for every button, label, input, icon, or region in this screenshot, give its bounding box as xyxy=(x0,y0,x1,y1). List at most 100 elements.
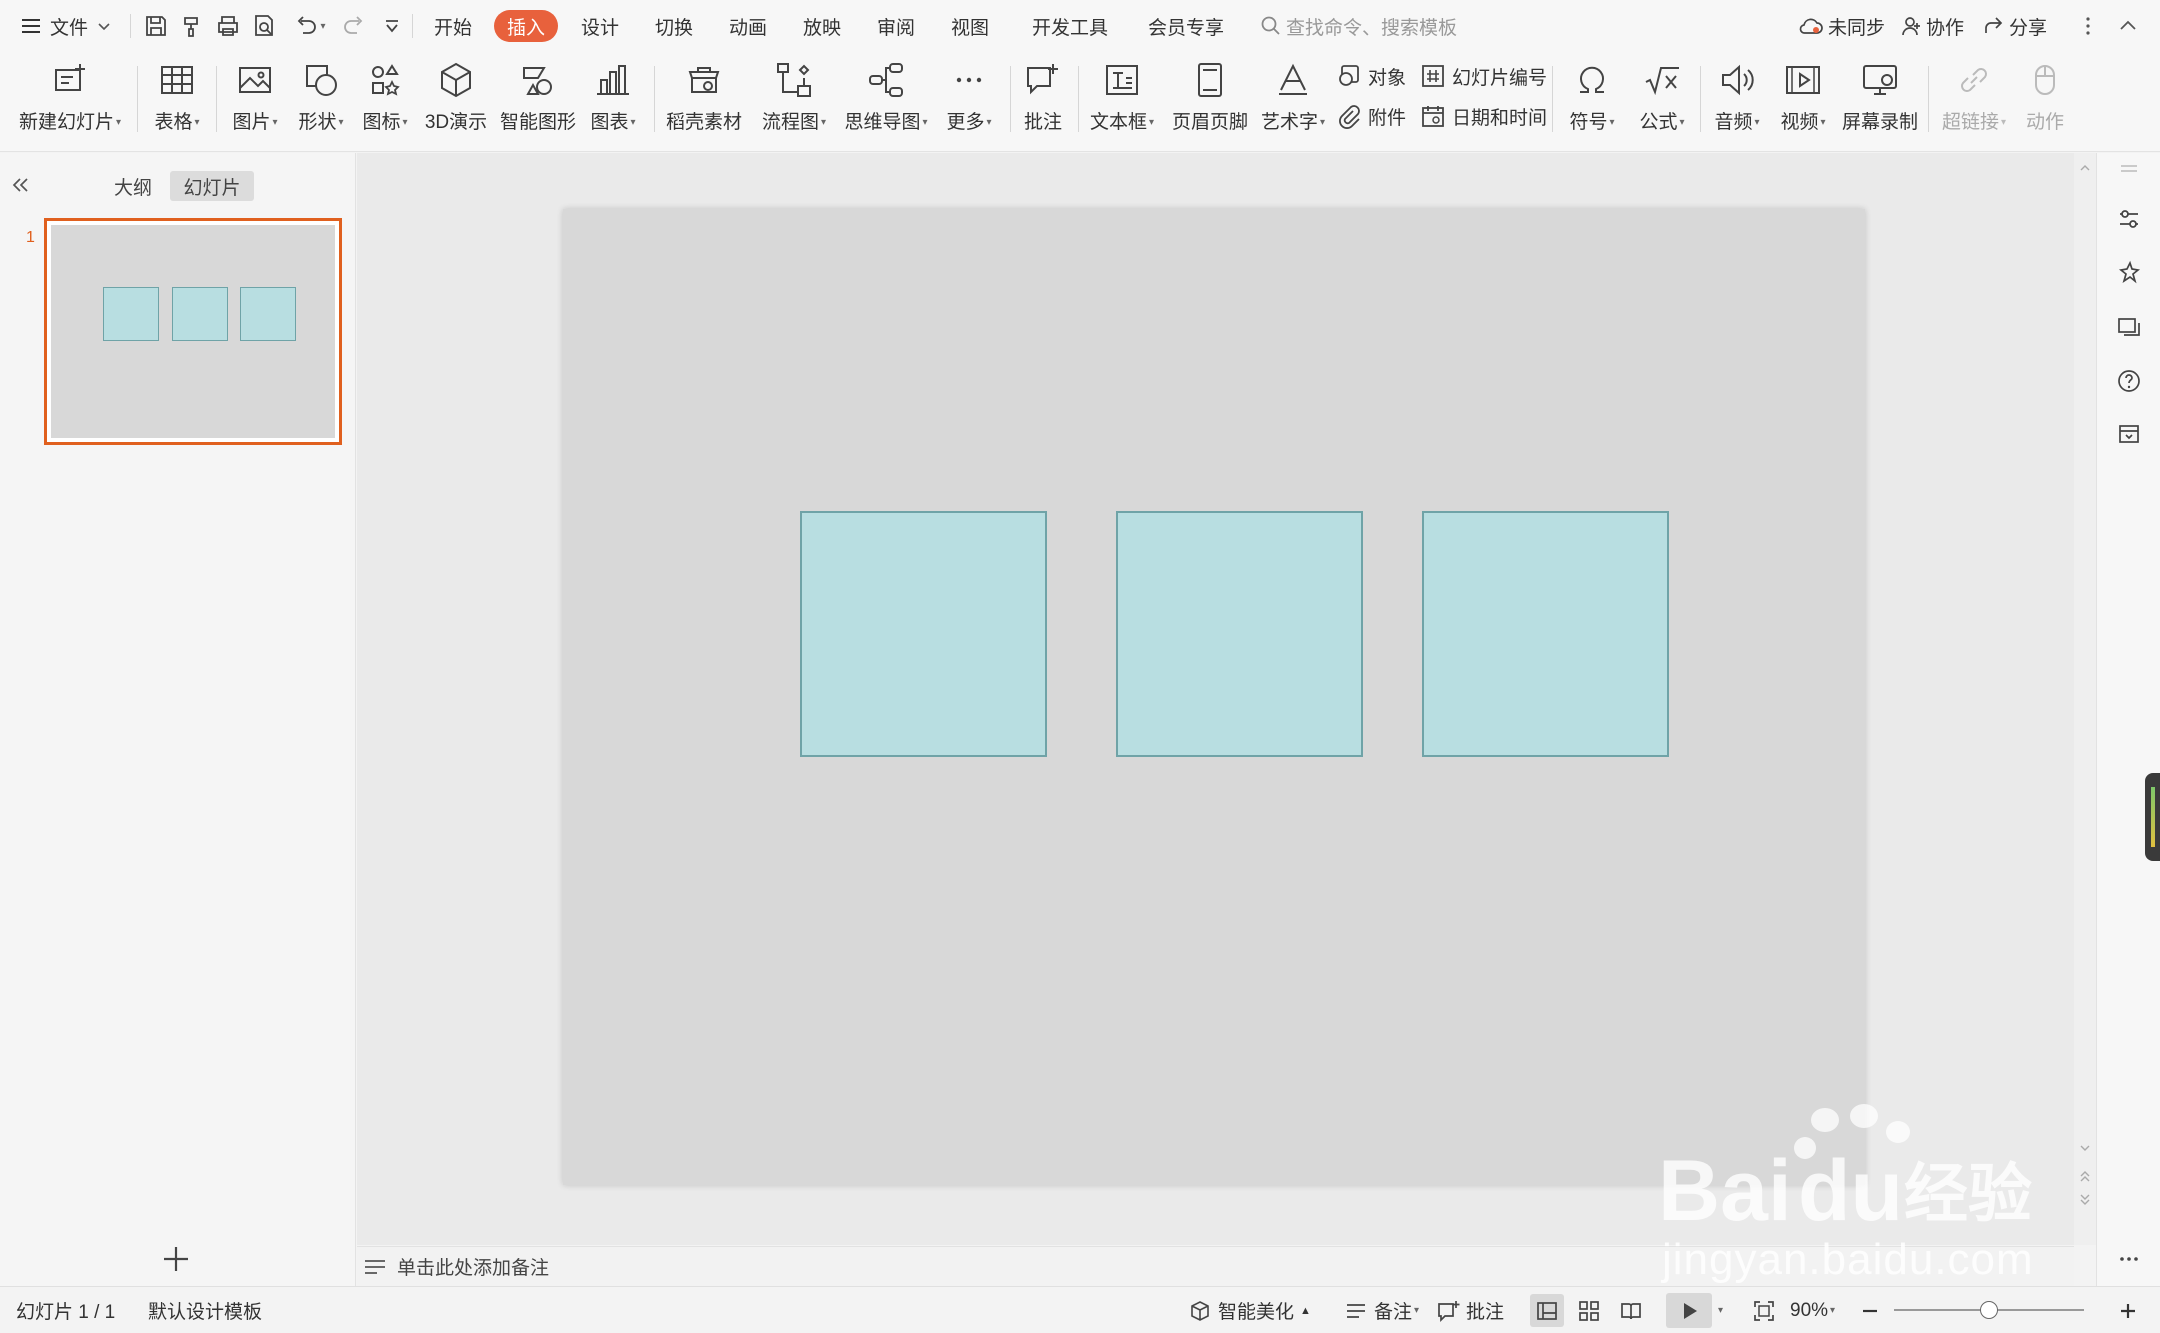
screen-record-icon xyxy=(1863,65,1897,95)
grid-view-button[interactable] xyxy=(1572,1287,1606,1333)
slide-thumbnail[interactable] xyxy=(44,218,342,445)
normal-view-button[interactable] xyxy=(1530,1294,1564,1327)
chevron-down-icon xyxy=(98,23,110,31)
comment-button[interactable]: 批注 xyxy=(1016,56,1070,146)
table-button[interactable]: 表格 ▾ xyxy=(148,56,206,146)
next-slide-icon[interactable] xyxy=(2079,1193,2091,1207)
divider xyxy=(216,66,217,132)
zoom-out-button[interactable] xyxy=(1858,1287,1888,1333)
ribbon-toolbar: 新建幻灯片 ▾ 表格 ▾ 图片 ▾ 形状 ▾ 图标 ▾ 3D演示 智能图形 图表 ▾ 稻壳素… xyxy=(0,52,2160,152)
print-icon[interactable] xyxy=(212,10,244,42)
cloud-sync-icon xyxy=(1799,18,1823,34)
play-slideshow-button[interactable] xyxy=(1666,1293,1712,1328)
animation-icon[interactable] xyxy=(2113,257,2145,289)
formula-button[interactable]: 公式 ▾ xyxy=(1630,56,1694,146)
video-button[interactable]: 视频 ▾ xyxy=(1772,56,1834,146)
floating-widget[interactable] xyxy=(2145,773,2160,861)
rectangle-shape-3[interactable] xyxy=(1422,511,1669,757)
smartart-button[interactable]: 智能图形 xyxy=(500,56,576,146)
zoom-level[interactable]: 90% ▾ xyxy=(1790,1287,1835,1333)
collapse-panel-icon[interactable] xyxy=(8,173,32,197)
undo-dropdown-icon[interactable]: ▾ xyxy=(314,10,330,42)
scroll-up-icon[interactable] xyxy=(2079,163,2091,173)
backup-icon[interactable] xyxy=(2113,417,2145,449)
help-icon[interactable] xyxy=(2113,365,2145,397)
screen-record-button[interactable]: 屏幕录制 xyxy=(1838,56,1922,146)
sync-status[interactable]: 未同步 xyxy=(1798,0,1885,52)
rectangle-shape-1[interactable] xyxy=(800,511,1047,757)
3d-demo-button[interactable]: 3D演示 xyxy=(422,56,490,146)
tab-slideshow[interactable]: 放映 xyxy=(794,10,850,42)
hyperlink-button[interactable]: 超链接 ▾ xyxy=(1936,56,2012,146)
play-options-dropdown[interactable]: ▾ xyxy=(1716,1287,1723,1333)
properties-icon[interactable] xyxy=(2113,203,2145,235)
more-options-icon[interactable] xyxy=(2113,1243,2145,1275)
reading-view-button[interactable] xyxy=(1614,1287,1648,1333)
drag-handle-icon[interactable] xyxy=(2113,153,2145,185)
transition-icon[interactable] xyxy=(2113,311,2145,343)
chart-button[interactable]: 图表 ▾ xyxy=(584,56,642,146)
redo-icon[interactable] xyxy=(338,10,370,42)
new-slide-button[interactable]: 新建幻灯片 ▾ xyxy=(14,56,126,146)
tab-outline[interactable]: 大纲 xyxy=(104,171,162,201)
slide-number-button[interactable]: 幻灯片编号 xyxy=(1420,58,1547,94)
calendar-icon xyxy=(1422,106,1444,127)
wordart-button[interactable]: 艺术字 ▾ xyxy=(1258,56,1328,146)
tab-insert[interactable]: 插入 xyxy=(494,10,558,42)
file-menu[interactable]: 文件 xyxy=(20,0,112,52)
tab-view[interactable]: 视图 xyxy=(942,10,998,42)
notes-toggle-button[interactable]: 备注 ▾ xyxy=(1344,1287,1419,1333)
zoom-in-button[interactable] xyxy=(2116,1287,2146,1333)
datetime-button[interactable]: 日期和时间 xyxy=(1420,98,1547,134)
user-icon xyxy=(1902,17,1920,36)
divider xyxy=(1552,66,1553,132)
share-button[interactable]: 分享 xyxy=(1983,0,2047,52)
zoom-slider-thumb[interactable] xyxy=(1980,1301,1998,1319)
divider xyxy=(1700,66,1701,132)
format-painter-icon[interactable] xyxy=(176,10,208,42)
more-vertical-icon[interactable] xyxy=(2072,10,2104,42)
tab-home[interactable]: 开始 xyxy=(425,10,481,42)
customize-toolbar-icon[interactable] xyxy=(376,10,408,42)
symbol-button[interactable]: 符号 ▾ xyxy=(1560,56,1624,146)
tab-design[interactable]: 设计 xyxy=(572,10,628,42)
comment-toggle-button[interactable]: 批注 xyxy=(1436,1287,1504,1333)
attachment-button[interactable]: 附件 xyxy=(1336,98,1406,134)
action-button[interactable]: 动作 xyxy=(2016,56,2074,146)
prev-slide-icon[interactable] xyxy=(2079,1169,2091,1183)
fit-window-button[interactable] xyxy=(1752,1287,1782,1333)
tab-transition[interactable]: 切换 xyxy=(646,10,702,42)
icon-button[interactable]: 图标 ▾ xyxy=(356,56,414,146)
search-box[interactable]: 查找命令、搜索模板 xyxy=(1260,0,1457,52)
flowchart-button[interactable]: 流程图 ▾ xyxy=(758,56,830,146)
tab-developer[interactable]: 开发工具 xyxy=(1026,10,1114,42)
collaborate-button[interactable]: 协作 xyxy=(1900,0,1964,52)
vertical-scrollbar[interactable] xyxy=(2074,153,2096,1245)
print-preview-icon[interactable] xyxy=(248,10,280,42)
tab-slides[interactable]: 幻灯片 xyxy=(170,171,254,201)
mindmap-button[interactable]: 思维导图 ▾ xyxy=(842,56,930,146)
textbox-button[interactable]: 文本框 ▾ xyxy=(1086,56,1158,146)
tab-review[interactable]: 审阅 xyxy=(868,10,924,42)
zoom-slider[interactable] xyxy=(1894,1301,2084,1319)
slide-canvas[interactable] xyxy=(563,209,1865,1185)
tab-member[interactable]: 会员专享 xyxy=(1140,10,1232,42)
tab-animation[interactable]: 动画 xyxy=(720,10,776,42)
right-sidebar xyxy=(2096,153,2160,1286)
save-icon[interactable] xyxy=(140,10,172,42)
template-name[interactable]: 默认设计模板 xyxy=(148,1287,262,1333)
more-button[interactable]: 更多 ▾ xyxy=(940,56,998,146)
docer-material-button[interactable]: 稻壳素材 xyxy=(664,56,744,146)
audio-button[interactable]: 音频 ▾ xyxy=(1706,56,1768,146)
add-slide-button[interactable] xyxy=(160,1243,192,1275)
hamburger-icon xyxy=(22,19,40,33)
shape-button[interactable]: 形状 ▾ xyxy=(292,56,350,146)
object-button[interactable]: 对象 xyxy=(1336,58,1406,94)
header-footer-button[interactable]: 页眉页脚 xyxy=(1168,56,1252,146)
smart-beautify-button[interactable]: 智能美化 ▲ xyxy=(1188,1287,1311,1333)
scroll-down-icon[interactable] xyxy=(2079,1143,2091,1153)
menu-bar: 文件 ▾ 开始 插入 设计 切换 动画 放映 审阅 视图 开发工具 会员专享 查… xyxy=(0,0,2160,52)
picture-button[interactable]: 图片 ▾ xyxy=(226,56,284,146)
collapse-ribbon-icon[interactable] xyxy=(2112,10,2144,42)
rectangle-shape-2[interactable] xyxy=(1116,511,1363,757)
